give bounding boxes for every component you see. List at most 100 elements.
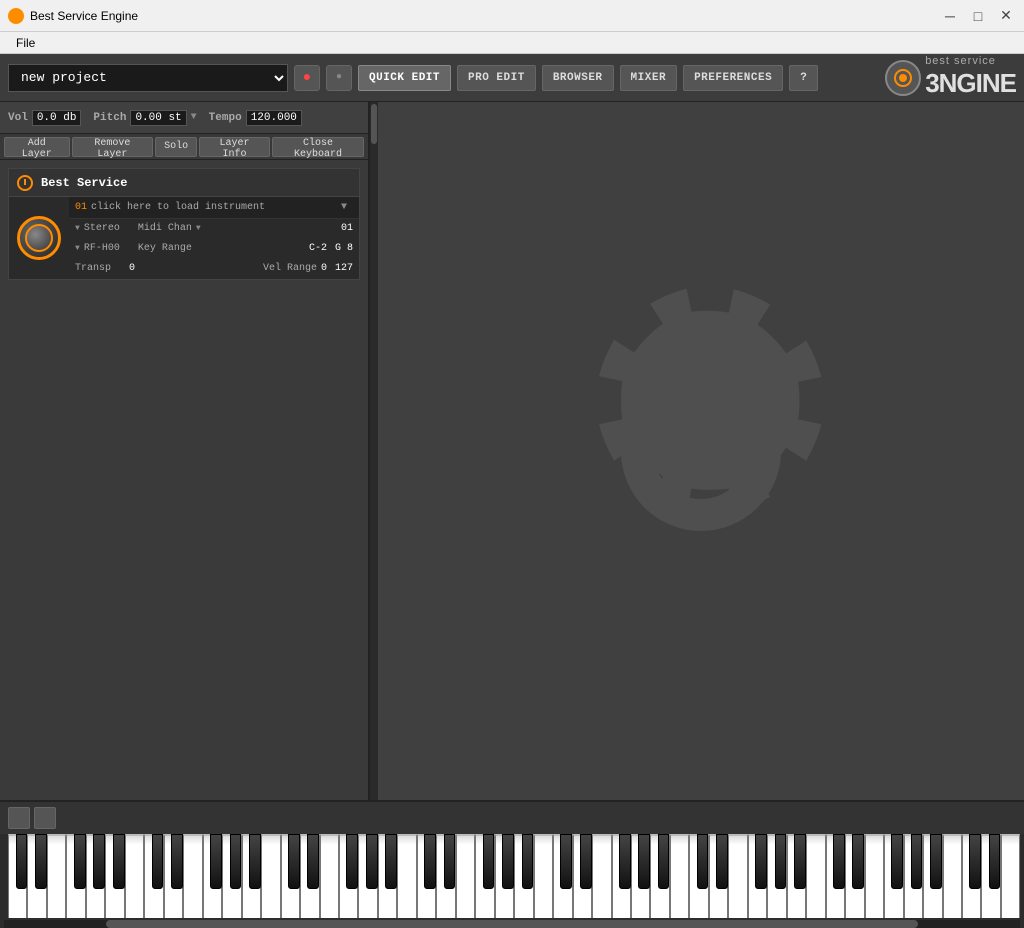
logo-product: 3NGINE — [925, 68, 1016, 98]
white-key[interactable] — [456, 834, 475, 918]
browser-button[interactable]: Browser — [542, 65, 614, 91]
add-layer-button[interactable]: Add Layer — [4, 137, 70, 157]
layer-info-button[interactable]: Layer Info — [199, 137, 270, 157]
black-key[interactable] — [560, 834, 572, 889]
black-key[interactable] — [580, 834, 592, 889]
file-menu[interactable]: File — [8, 34, 43, 52]
record-button[interactable]: ● — [294, 65, 320, 91]
pro-edit-button[interactable]: Pro Edit — [457, 65, 536, 91]
param-key-range-start: C-2 — [309, 243, 327, 254]
white-key[interactable] — [865, 834, 884, 918]
white-key[interactable] — [943, 834, 962, 918]
black-key[interactable] — [755, 834, 767, 889]
white-key[interactable] — [806, 834, 825, 918]
white-key[interactable] — [1001, 834, 1020, 918]
keyboard-scrollbar[interactable] — [4, 920, 1020, 928]
black-key[interactable] — [833, 834, 845, 889]
black-key[interactable] — [93, 834, 105, 889]
black-key[interactable] — [794, 834, 806, 889]
black-key[interactable] — [152, 834, 164, 889]
black-key[interactable] — [74, 834, 86, 889]
white-key[interactable] — [320, 834, 339, 918]
black-key[interactable] — [502, 834, 514, 889]
black-key[interactable] — [697, 834, 709, 889]
black-key[interactable] — [113, 834, 125, 889]
param-rf-h00: RF-H00 — [84, 243, 134, 254]
white-key[interactable] — [47, 834, 66, 918]
black-key[interactable] — [969, 834, 981, 889]
black-key[interactable] — [424, 834, 436, 889]
white-key[interactable] — [728, 834, 747, 918]
keyboard-control-btn-1[interactable] — [8, 807, 30, 829]
load-dropdown-icon[interactable]: ▼ — [341, 202, 353, 213]
vol-value[interactable]: 0.0 db — [32, 110, 82, 126]
black-key[interactable] — [444, 834, 456, 889]
pitch-control: Pitch 0.00 st ▼ — [93, 110, 196, 126]
project-select[interactable]: new project — [8, 64, 288, 92]
black-key[interactable] — [288, 834, 300, 889]
arrow-icon-2[interactable]: ▼ — [196, 224, 201, 233]
panel-scrollbar[interactable] — [370, 102, 378, 800]
close-keyboard-button[interactable]: Close Keyboard — [272, 137, 364, 157]
instrument-knob[interactable] — [17, 216, 61, 260]
black-key[interactable] — [522, 834, 534, 889]
white-key[interactable] — [534, 834, 553, 918]
tempo-control: Tempo 120.000 — [209, 110, 302, 126]
black-key[interactable] — [911, 834, 923, 889]
param-stereo: Stereo — [84, 223, 134, 234]
tempo-value[interactable]: 120.000 — [246, 110, 302, 126]
quick-edit-button[interactable]: Quick Edit — [358, 65, 451, 91]
black-key[interactable] — [989, 834, 1001, 889]
black-key[interactable] — [385, 834, 397, 889]
black-key[interactable] — [16, 834, 28, 889]
black-key[interactable] — [852, 834, 864, 889]
minimize-button[interactable]: ─ — [940, 6, 960, 26]
black-key[interactable] — [230, 834, 242, 889]
black-key[interactable] — [716, 834, 728, 889]
pitch-value[interactable]: 0.00 st — [130, 110, 186, 126]
white-key[interactable] — [670, 834, 689, 918]
black-key[interactable] — [307, 834, 319, 889]
keyboard-scrollbar-thumb[interactable] — [106, 920, 919, 928]
black-key[interactable] — [210, 834, 222, 889]
white-key[interactable] — [592, 834, 611, 918]
black-key[interactable] — [891, 834, 903, 889]
keyboard-control-btn-2[interactable] — [34, 807, 56, 829]
black-key[interactable] — [483, 834, 495, 889]
help-button[interactable]: ? — [789, 65, 818, 91]
left-panel: Vol 0.0 db Pitch 0.00 st ▼ Tempo 120.000… — [0, 102, 370, 800]
preferences-button[interactable]: Preferences — [683, 65, 783, 91]
black-key[interactable] — [171, 834, 183, 889]
arrow-icon-1[interactable]: ▼ — [75, 224, 80, 233]
black-key[interactable] — [346, 834, 358, 889]
white-key[interactable] — [261, 834, 280, 918]
white-key[interactable] — [125, 834, 144, 918]
black-key[interactable] — [619, 834, 631, 889]
solo-button[interactable]: Solo — [155, 137, 197, 157]
gear-watermark — [501, 251, 901, 651]
app-container: new project ● ● Quick Edit Pro Edit Brow… — [0, 54, 1024, 928]
white-key[interactable] — [183, 834, 202, 918]
logo-area: best service 3NGINE — [885, 56, 1016, 99]
black-key[interactable] — [35, 834, 47, 889]
white-key[interactable] — [397, 834, 416, 918]
load-instrument-row[interactable]: 01 click here to load instrument ▼ — [69, 197, 359, 219]
arrow-icon-3[interactable]: ▼ — [75, 244, 80, 253]
load-instrument-button[interactable]: click here to load instrument — [91, 202, 341, 213]
maximize-button[interactable]: □ — [968, 6, 988, 26]
keyboard-section — [0, 800, 1024, 928]
scrollbar-thumb[interactable] — [371, 104, 377, 144]
logo-text: best service 3NGINE — [925, 56, 1016, 99]
mixer-button[interactable]: Mixer — [620, 65, 678, 91]
pitch-dropdown-icon[interactable]: ▼ — [191, 112, 197, 123]
black-key[interactable] — [775, 834, 787, 889]
black-key[interactable] — [658, 834, 670, 889]
black-key[interactable] — [249, 834, 261, 889]
remove-layer-button[interactable]: Remove Layer — [72, 137, 153, 157]
black-key[interactable] — [366, 834, 378, 889]
black-key[interactable] — [638, 834, 650, 889]
piano-keyboard[interactable] — [8, 834, 1020, 918]
black-key[interactable] — [930, 834, 942, 889]
close-button[interactable]: ✕ — [996, 6, 1016, 26]
power-button[interactable] — [17, 175, 33, 191]
